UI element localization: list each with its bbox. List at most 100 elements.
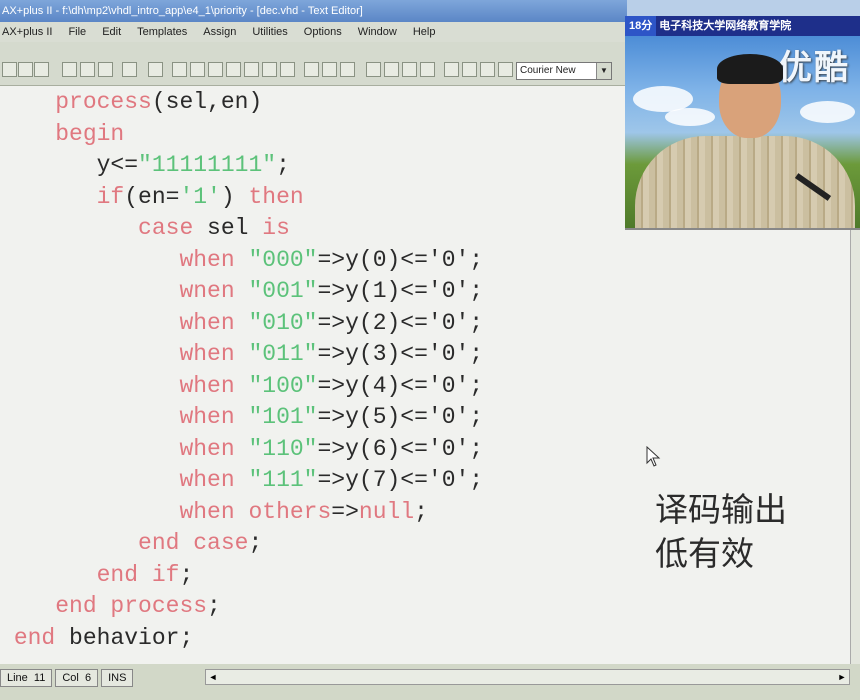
code-line[interactable]: when "110"=>y(6)<='0'; — [0, 434, 483, 466]
code-keyword: end — [13, 624, 56, 651]
code-keyword: end case — [138, 530, 249, 556]
code-line[interactable]: when "010"=>y(2)<='0'; — [0, 308, 483, 340]
menu-item-app[interactable]: AX+plus II — [2, 22, 52, 42]
code-line[interactable]: when "100"=>y(4)<='0'; — [0, 371, 483, 403]
code-keyword: wnen — [179, 278, 235, 304]
help-pointer-icon[interactable] — [148, 62, 163, 77]
code-line[interactable]: begin — [0, 119, 483, 151]
video-header: 18分 电子科技大学网络教育学院 — [625, 16, 860, 36]
scroll-right-icon[interactable]: ► — [835, 670, 849, 684]
code-line[interactable]: end behavior; — [0, 623, 483, 655]
code-line[interactable]: when "111"=>y(7)<='0'; — [0, 465, 483, 497]
annotation: 译码输出 低有效 — [655, 488, 787, 576]
browse-icon[interactable] — [402, 62, 417, 77]
code-line[interactable]: if(en='1') then — [0, 182, 483, 214]
line-label: Line — [7, 672, 28, 684]
code-text: =>y(6)<='0'; — [317, 435, 484, 462]
code-line[interactable]: wnen "001"=>y(1)<='0'; — [0, 276, 483, 308]
code-string: "001" — [248, 278, 318, 304]
floorplan-icon[interactable] — [190, 62, 205, 77]
lecture-video: 18分 电子科技大学网络教育学院 优酷 — [625, 16, 860, 230]
menu-item-templates[interactable]: Templates — [137, 22, 187, 42]
new-file-icon[interactable] — [2, 62, 17, 77]
code-text: ; — [276, 152, 290, 178]
find-next-icon[interactable] — [462, 62, 477, 77]
code-line[interactable]: y<="11111111"; — [0, 150, 483, 182]
menu-item-edit[interactable]: Edit — [102, 22, 121, 42]
vertical-scrollbar[interactable] — [850, 228, 860, 664]
compile-icon[interactable] — [208, 62, 223, 77]
code-line[interactable]: end if; — [0, 560, 483, 592]
status-bar: Line 11 Col 6 INS ◄ ► — [0, 664, 860, 700]
code-line[interactable]: when "101"=>y(5)<='0'; — [0, 402, 483, 434]
open-icon[interactable] — [420, 62, 435, 77]
code-line[interactable]: when "011"=>y(3)<='0'; — [0, 339, 483, 371]
code-text: ; — [248, 530, 263, 556]
horizontal-scrollbar[interactable]: ◄ ► — [205, 669, 850, 685]
cut-icon[interactable] — [62, 62, 77, 77]
font-select[interactable]: Courier New ▼ — [516, 62, 612, 80]
set-project-icon[interactable] — [322, 62, 337, 77]
code-line[interactable]: case sel is — [0, 213, 483, 245]
menu-bar: AX+plus II File Edit Templates Assign Ut… — [0, 22, 625, 42]
hierarchy-icon[interactable] — [172, 62, 187, 77]
menu-item-help[interactable]: Help — [413, 22, 436, 42]
menu-item-assign[interactable]: Assign — [203, 22, 236, 42]
code-keyword: when — [179, 341, 235, 367]
code-line[interactable]: end process; — [0, 591, 483, 623]
code-line[interactable]: when others=>null; — [0, 497, 483, 529]
code-line[interactable]: process(sel,en) — [0, 87, 483, 119]
program-icon[interactable] — [262, 62, 277, 77]
simulate-icon[interactable] — [226, 62, 241, 77]
menu-item-window[interactable]: Window — [358, 22, 397, 42]
save-icon[interactable] — [34, 62, 49, 77]
code-text: ; — [179, 561, 194, 588]
undo-icon[interactable] — [122, 62, 137, 77]
save-simulate-icon[interactable] — [384, 62, 399, 77]
paste-icon[interactable] — [98, 62, 113, 77]
insert-mode-indicator[interactable]: INS — [101, 669, 134, 687]
code-text: =>y(1)<='0'; — [317, 278, 484, 304]
code-keyword: case — [138, 215, 194, 241]
code-line[interactable]: end case; — [0, 528, 483, 560]
code-keyword: is — [262, 215, 290, 241]
settings-icon[interactable] — [280, 62, 295, 77]
col-label: Col — [62, 672, 79, 684]
code-string: "011" — [248, 341, 318, 367]
code-line[interactable]: when "000"=>y(0)<='0'; — [0, 245, 483, 277]
code-keyword: end if — [96, 561, 180, 588]
code-text: y<= — [0, 152, 139, 178]
code-text: =>y(4)<='0'; — [317, 372, 484, 399]
save-check-icon[interactable] — [340, 62, 355, 77]
col-value: 6 — [84, 672, 92, 684]
presenter-body — [635, 136, 855, 228]
replace-icon[interactable] — [480, 62, 495, 77]
copy-icon[interactable] — [80, 62, 95, 77]
code-text: ; — [414, 498, 428, 525]
code-text: => — [331, 498, 359, 525]
chevron-down-icon[interactable]: ▼ — [596, 63, 611, 79]
code-area[interactable]: process(sel,en) begin y<="11111111"; if(… — [0, 86, 483, 654]
project-icon[interactable] — [304, 62, 319, 77]
menu-item-file[interactable]: File — [68, 22, 86, 42]
open-file-icon[interactable] — [18, 62, 33, 77]
scroll-left-icon[interactable]: ◄ — [206, 670, 220, 684]
format-icon[interactable] — [498, 62, 513, 77]
save-compile-icon[interactable] — [366, 62, 381, 77]
menu-item-utilities[interactable]: Utilities — [252, 22, 287, 42]
code-keyword: when — [179, 498, 235, 525]
find-icon[interactable] — [444, 62, 459, 77]
timing-icon[interactable] — [244, 62, 259, 77]
menu-item-options[interactable]: Options — [304, 22, 342, 42]
font-select-value: Courier New — [520, 65, 576, 76]
